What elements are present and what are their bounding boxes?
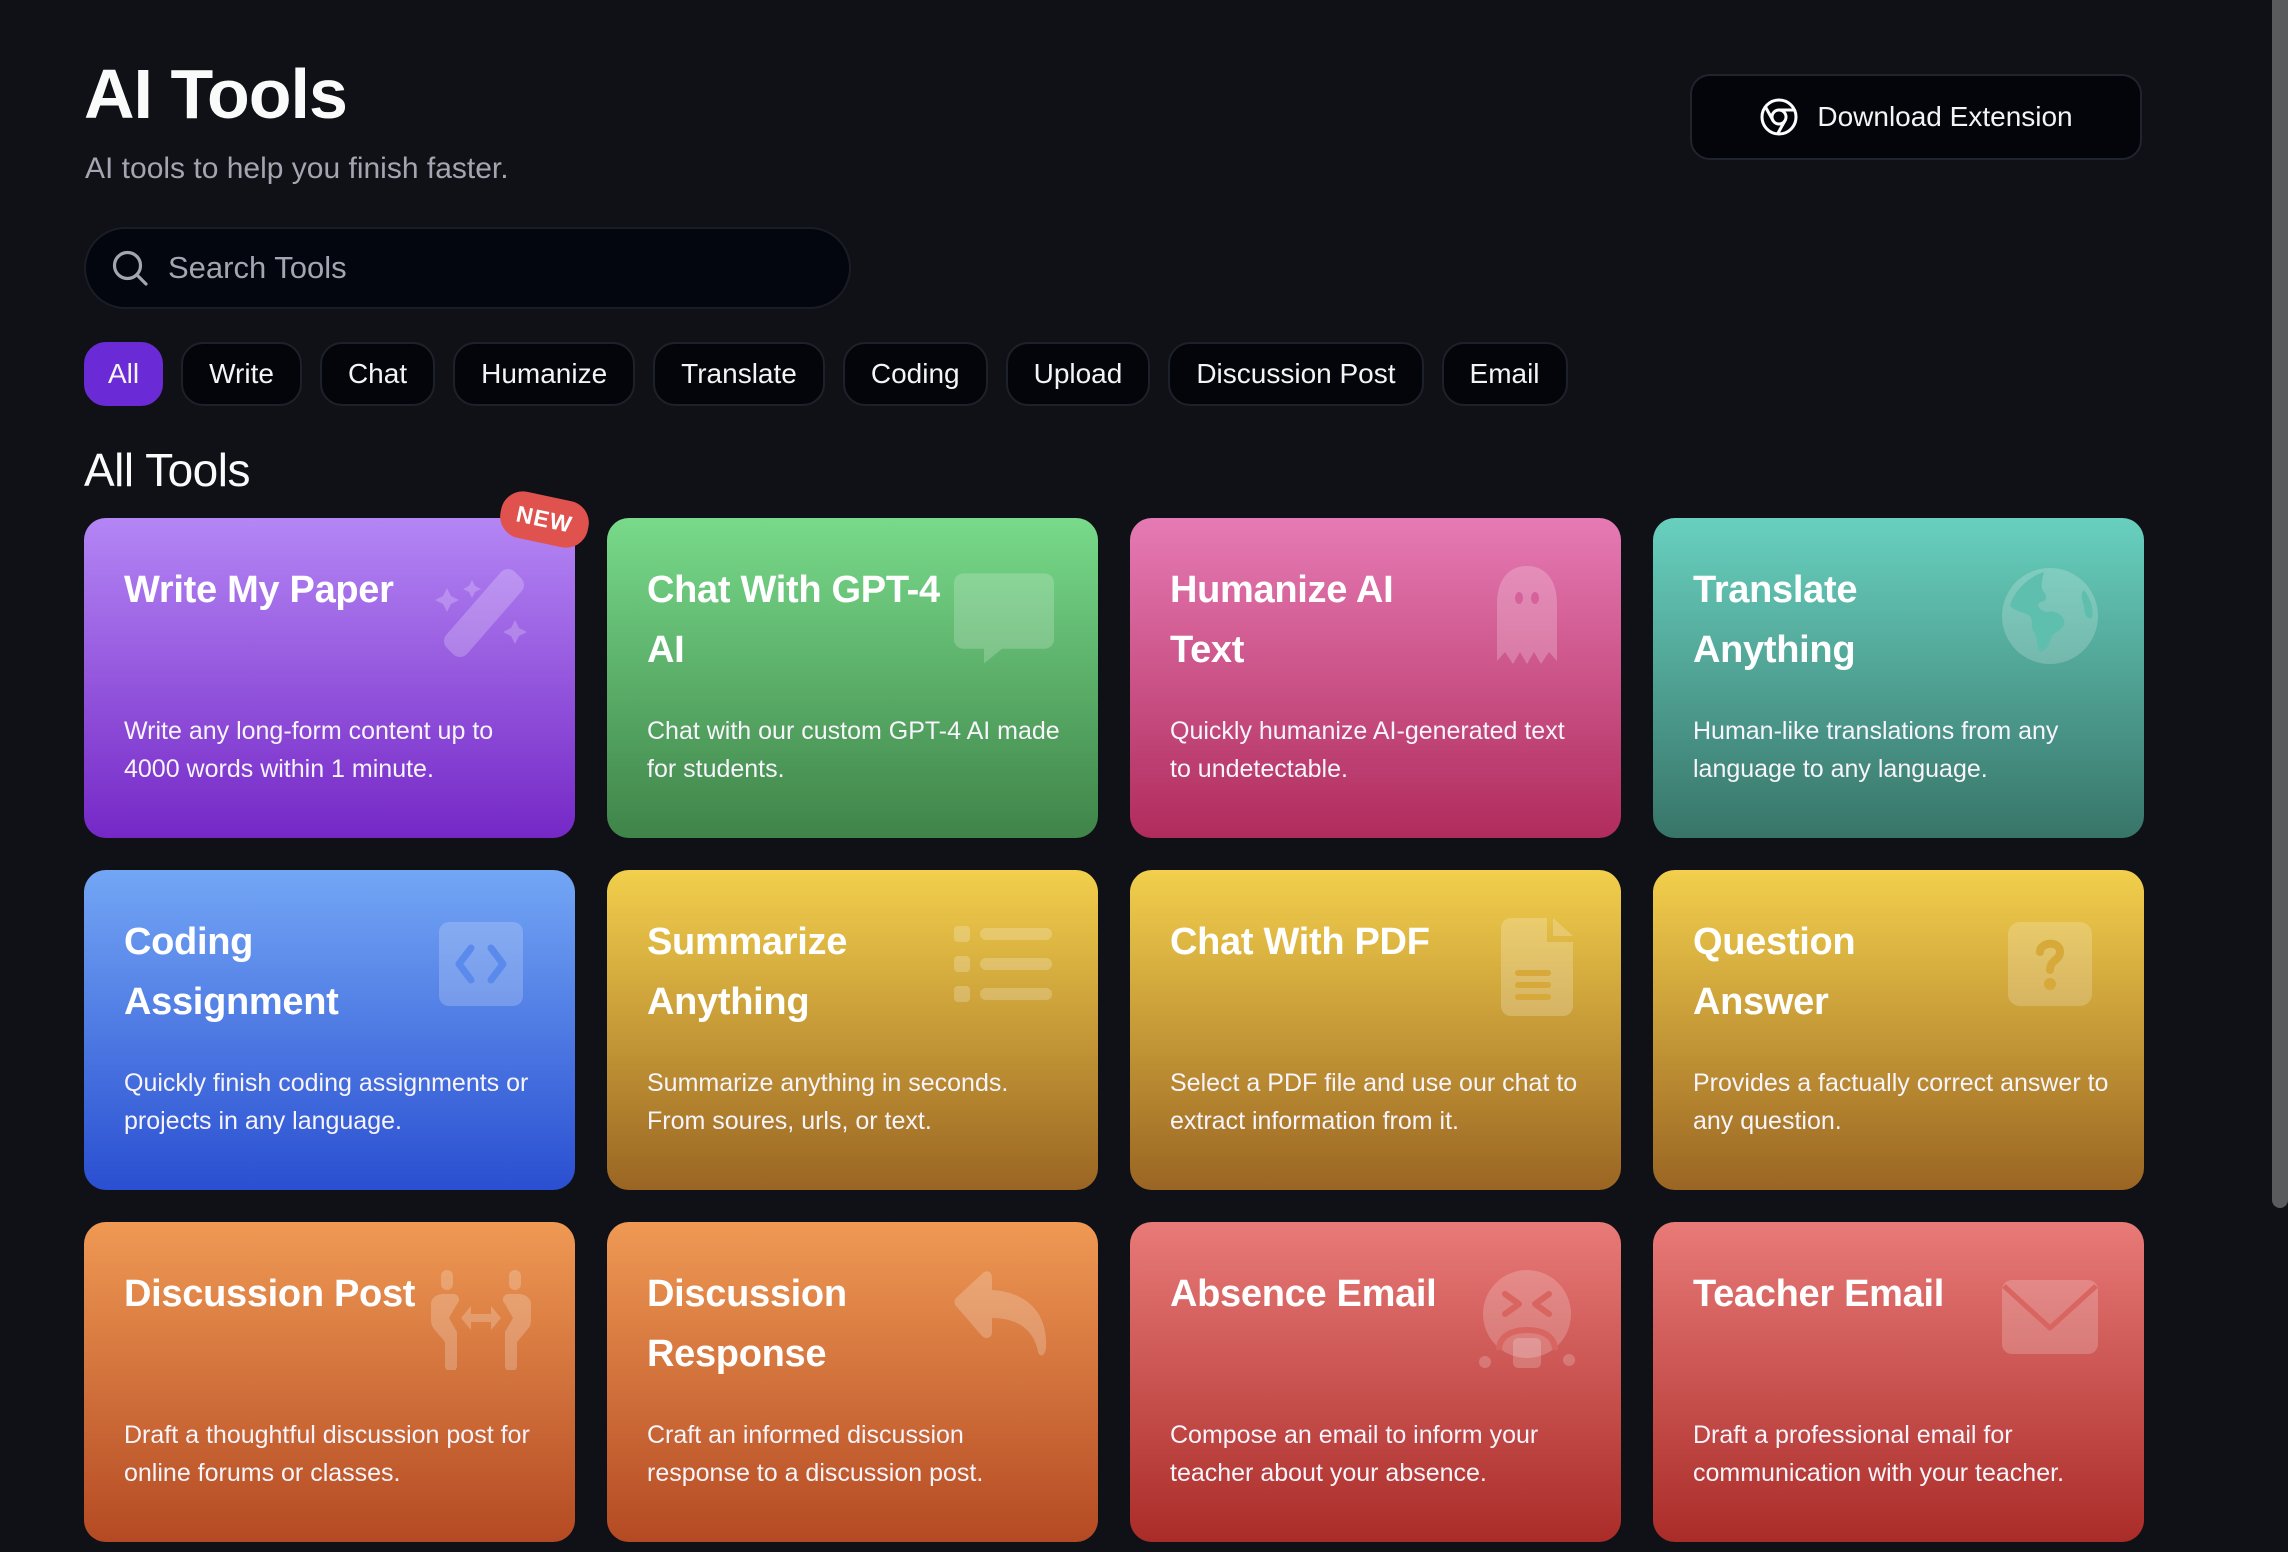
tool-card-description: Human-like translations from any languag… — [1693, 717, 2059, 783]
list-icon — [954, 918, 1054, 1018]
download-extension-button[interactable]: Download Extension — [1690, 74, 2142, 160]
code-icon — [431, 918, 531, 1018]
tool-card-discussion-post[interactable]: Discussion Post Draft a thoughtful discu… — [84, 1222, 575, 1542]
people-exchange-icon — [431, 1270, 531, 1372]
page-subtitle: AI tools to help you finish faster. — [85, 152, 509, 185]
tool-card-absence-email[interactable]: Absence Email Compose an email to inform… — [1130, 1222, 1621, 1542]
tool-card-title: Discussion Post — [124, 1273, 416, 1315]
magic-wand-icon — [431, 566, 531, 666]
tool-card-chat-with-pdf[interactable]: Chat With PDF Select a PDF file and use … — [1130, 870, 1621, 1190]
page-title: AI Tools — [84, 55, 348, 133]
tool-card-write-my-paper[interactable]: Write My Paper Write any long-form conte… — [84, 487, 593, 838]
tool-card-title: Question Answer — [1693, 921, 1856, 1023]
tool-card-teacher-email[interactable]: Teacher Email Draft a professional email… — [1653, 1222, 2144, 1542]
filter-chip-all[interactable]: All — [84, 342, 164, 406]
envelope-icon — [2000, 1270, 2100, 1370]
globe-icon — [2000, 566, 2100, 666]
tool-card-question-answer[interactable]: Question Answer Provides a factually cor… — [1653, 870, 2144, 1190]
tool-card-description: Quickly humanize AI-generated text to un… — [1170, 717, 1565, 783]
tool-card-title: Coding Assignment — [124, 921, 339, 1023]
search-icon — [110, 248, 150, 288]
reply-icon — [954, 1270, 1054, 1370]
tool-card-title: Chat With GPT-4 AI — [647, 569, 940, 671]
sick-face-icon — [1477, 1270, 1577, 1370]
tool-card-chat-with-gpt4[interactable]: Chat With GPT-4 AI Chat with our custom … — [607, 518, 1098, 838]
question-icon — [2000, 918, 2100, 1018]
tool-card-description: Draft a thoughtful discussion post for o… — [124, 1421, 530, 1487]
tool-card-description: Summarize anything in seconds. From sour… — [647, 1069, 1009, 1135]
document-icon — [1477, 918, 1577, 1018]
filter-chip-write[interactable]: Write — [181, 342, 302, 406]
tool-card-description: Chat with our custom GPT-4 AI made for s… — [647, 717, 1060, 783]
tool-card-title: Chat With PDF — [1170, 921, 1430, 963]
page-scrollbar[interactable] — [2272, 0, 2288, 1552]
tool-card-discussion-response[interactable]: Discussion Response Craft an informed di… — [607, 1222, 1098, 1542]
chrome-icon — [1759, 97, 1799, 137]
filter-chips: All Write Chat Humanize Translate Coding… — [84, 342, 1568, 406]
filter-chip-discussion-post[interactable]: Discussion Post — [1168, 342, 1424, 406]
tool-card-title: Translate Anything — [1693, 569, 1858, 671]
search-input[interactable] — [168, 250, 808, 286]
tool-card-title: Summarize Anything — [647, 921, 848, 1023]
tool-card-title: Write My Paper — [124, 569, 394, 611]
tool-card-description: Write any long-form content up to 4000 w… — [124, 717, 494, 783]
tool-card-description: Select a PDF file and use our chat to ex… — [1170, 1069, 1578, 1135]
chat-bubble-icon — [954, 566, 1054, 666]
filter-chip-email[interactable]: Email — [1441, 342, 1568, 406]
ghost-icon — [1477, 566, 1577, 666]
filter-chip-coding[interactable]: Coding — [842, 342, 988, 406]
tool-card-translate-anything[interactable]: Translate Anything Human-like translatio… — [1653, 518, 2144, 838]
download-extension-label: Download Extension — [1817, 101, 2073, 132]
filter-chip-upload[interactable]: Upload — [1005, 342, 1151, 406]
tool-card-description: Provides a factually correct answer to a… — [1693, 1069, 2109, 1135]
filter-chip-chat[interactable]: Chat — [319, 342, 436, 406]
tool-card-humanize-ai-text[interactable]: Humanize AI Text Quickly humanize AI-gen… — [1130, 518, 1621, 838]
tool-card-coding-assignment[interactable]: Coding Assignment Quickly finish coding … — [84, 870, 575, 1190]
tool-card-title: Teacher Email — [1693, 1273, 1944, 1315]
tool-card-description: Compose an email to inform your teacher … — [1170, 1421, 1539, 1487]
tool-card-title: Discussion Response — [647, 1273, 847, 1375]
tools-grid: Write My Paper Write any long-form conte… — [84, 487, 2144, 1542]
tool-card-description: Quickly finish coding assignments or pro… — [124, 1069, 529, 1135]
new-badge: NEW — [496, 487, 593, 552]
filter-chip-humanize[interactable]: Humanize — [453, 342, 636, 406]
tool-card-description: Craft an informed discussion response to… — [647, 1421, 984, 1487]
tool-card-title: Absence Email — [1170, 1273, 1437, 1315]
tool-card-summarize-anything[interactable]: Summarize Anything Summarize anything in… — [607, 870, 1098, 1190]
section-title: All Tools — [84, 444, 250, 496]
tool-card-description: Draft a professional email for communica… — [1693, 1421, 2065, 1487]
tool-card-title: Humanize AI Text — [1170, 569, 1394, 671]
search-bar[interactable] — [84, 227, 851, 309]
scrollbar-thumb[interactable] — [2272, 0, 2288, 1208]
filter-chip-translate[interactable]: Translate — [653, 342, 825, 406]
